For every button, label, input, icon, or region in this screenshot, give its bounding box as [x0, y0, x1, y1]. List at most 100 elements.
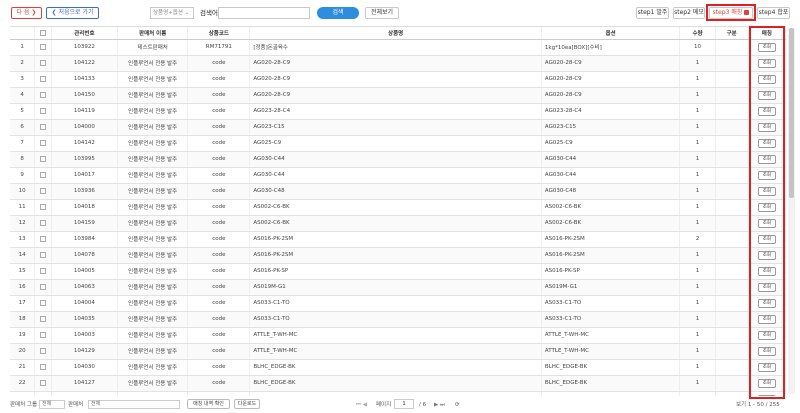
- lookup-button[interactable]: 조회: [757, 298, 776, 308]
- row-checkbox[interactable]: [40, 267, 47, 274]
- row-checkbox-cell[interactable]: [34, 103, 52, 120]
- row-checkbox-cell[interactable]: [34, 311, 52, 328]
- row-checkbox[interactable]: [40, 203, 47, 210]
- table-row[interactable]: 15 104005 인플루언서 전용 발주 code AS016-PK-SP AS016-…: [10, 263, 786, 280]
- table-row[interactable]: 18 104035 인플루언서 전용 발주 code AS033-C1-TO AS033-…: [10, 311, 786, 328]
- lookup-button[interactable]: 조회: [757, 58, 776, 68]
- table-row[interactable]: 9 104017 인플루언서 전용 발주 code AG030-C44 AG030-C44…: [10, 167, 786, 184]
- table-row[interactable]: 1 103922 테스트판매처 RM71791 [정품]돈골육수 1kg*10ea[BOX…: [10, 39, 786, 56]
- refresh-icon[interactable]: ⟳: [455, 400, 460, 410]
- seller-select[interactable]: 전체: [88, 400, 180, 409]
- table-row[interactable]: 17 104004 인플루언서 전용 발주 code AS033-C1-TO AS033-…: [10, 295, 786, 312]
- row-checkbox[interactable]: [40, 187, 47, 194]
- table-row[interactable]: 8 103995 인플루언서 전용 발주 code AG030-C44 AG030-C44…: [10, 151, 786, 168]
- lookup-button[interactable]: 조회: [757, 330, 776, 340]
- table-row[interactable]: 2 104122 인플루언서 전용 발주 code AG020-28-C9 AG020-2…: [10, 55, 786, 72]
- row-checkbox[interactable]: [40, 219, 47, 226]
- col-header-seller-name[interactable]: 판매처 이름: [117, 27, 189, 40]
- lookup-button[interactable]: 조회: [757, 42, 776, 52]
- lookup-button[interactable]: 조회: [757, 314, 776, 324]
- row-checkbox-cell[interactable]: [34, 39, 52, 56]
- go-first-button[interactable]: ❮ 처음으로 가기: [46, 7, 99, 19]
- table-row[interactable]: 14 104078 인플루언서 전용 발주 code AS016-PK-2SM AS016…: [10, 247, 786, 264]
- lookup-button[interactable]: 조회: [757, 122, 776, 132]
- table-row[interactable]: 22 104127 인플루언서 전용 발주 code BLHC_EDGE-BK BLHC_…: [10, 375, 786, 392]
- lookup-button[interactable]: 조회: [757, 394, 776, 396]
- lookup-button[interactable]: 조회: [757, 346, 776, 356]
- row-checkbox-cell[interactable]: [34, 87, 52, 104]
- download-button[interactable]: 다운로드: [234, 399, 260, 409]
- select-all-checkbox[interactable]: [40, 29, 47, 36]
- row-checkbox-cell[interactable]: [34, 199, 52, 216]
- row-checkbox-cell[interactable]: [34, 135, 52, 152]
- row-checkbox[interactable]: [40, 155, 47, 162]
- row-checkbox[interactable]: [40, 363, 47, 370]
- seller-group-select[interactable]: 전체: [39, 400, 65, 409]
- row-checkbox-cell[interactable]: [34, 279, 52, 296]
- row-checkbox-cell[interactable]: [34, 55, 52, 72]
- grid-scrollbar[interactable]: [788, 28, 795, 394]
- table-row[interactable]: 12 104159 인플루언서 전용 발주 code AS002-C6-BK AS002-…: [10, 215, 786, 232]
- row-checkbox-cell[interactable]: [34, 391, 52, 396]
- col-header-product-name[interactable]: 상품명: [249, 27, 542, 40]
- table-row[interactable]: 6 104000 인플루언서 전용 발주 code AG023-C15 AG023-C15…: [10, 119, 786, 136]
- row-checkbox[interactable]: [40, 75, 47, 82]
- row-checkbox-cell[interactable]: [34, 151, 52, 168]
- col-header-quantity[interactable]: 수량: [679, 27, 716, 40]
- view-all-button[interactable]: 전체보기: [365, 7, 399, 19]
- search-button[interactable]: 검색: [317, 7, 359, 19]
- row-checkbox[interactable]: [40, 59, 47, 66]
- row-checkbox[interactable]: [40, 123, 47, 130]
- lookup-button[interactable]: 조회: [757, 138, 776, 148]
- row-checkbox[interactable]: [40, 331, 47, 338]
- row-checkbox-cell[interactable]: [34, 215, 52, 232]
- col-header-option[interactable]: 옵션: [541, 27, 681, 40]
- row-checkbox[interactable]: [40, 283, 47, 290]
- row-checkbox-cell[interactable]: [34, 167, 52, 184]
- pager-next-last-icons[interactable]: ▶ ⏭: [434, 400, 445, 410]
- lookup-button[interactable]: 조회: [757, 90, 776, 100]
- table-row[interactable]: 20 104129 인플루언서 전용 발주 code ATTLE_T-WH-MC ATTL…: [10, 343, 786, 360]
- table-row[interactable]: 23104106인플루언서 전용 발주codeBLHC_EDGE-GLBLHC_…: [10, 391, 786, 396]
- row-checkbox-cell[interactable]: [34, 343, 52, 360]
- row-checkbox[interactable]: [40, 43, 47, 50]
- row-checkbox-cell[interactable]: [34, 183, 52, 200]
- match-history-button[interactable]: 매칭 내역 확인: [187, 399, 230, 409]
- pager-first-prev-icons[interactable]: ⏮ ◀: [356, 400, 367, 410]
- row-checkbox[interactable]: [40, 107, 47, 114]
- page-number-input[interactable]: 1: [394, 399, 414, 409]
- table-row[interactable]: 10 103936 인플루언서 전용 발주 code AG030-C48 AG030-C4…: [10, 183, 786, 200]
- col-header-matching[interactable]: 매칭: [748, 27, 786, 40]
- table-row[interactable]: 21 104030 인플루언서 전용 발주 code BLHC_EDGE-BK BLHC_…: [10, 359, 786, 376]
- table-row[interactable]: 11 104018 인플루언서 전용 발주 code AS002-C6-BK AS002-…: [10, 199, 786, 216]
- table-row[interactable]: 19 104003 인플루언서 전용 발주 code ATTLE_T-WH-MC ATTL…: [10, 327, 786, 344]
- row-checkbox-cell[interactable]: [34, 231, 52, 248]
- row-checkbox[interactable]: [40, 171, 47, 178]
- lookup-button[interactable]: 조회: [757, 234, 776, 244]
- search-input[interactable]: [218, 7, 310, 19]
- row-checkbox-cell[interactable]: [34, 327, 52, 344]
- row-checkbox-cell[interactable]: [34, 247, 52, 264]
- row-checkbox-cell[interactable]: [34, 295, 52, 312]
- row-checkbox[interactable]: [40, 235, 47, 242]
- lookup-button[interactable]: 조회: [757, 250, 776, 260]
- row-checkbox[interactable]: [40, 379, 47, 386]
- lookup-button[interactable]: 조회: [757, 378, 776, 388]
- lookup-button[interactable]: 조회: [757, 154, 776, 164]
- row-checkbox-cell[interactable]: [34, 375, 52, 392]
- col-header-category[interactable]: 구분: [715, 27, 749, 40]
- row-checkbox-cell[interactable]: [34, 71, 52, 88]
- col-header-manage-no[interactable]: 관리번호: [51, 27, 119, 40]
- table-row[interactable]: 16 104063 인플루언서 전용 발주 code AS019M-G1 AS019M-G…: [10, 279, 786, 296]
- row-checkbox[interactable]: [40, 299, 47, 306]
- lookup-button[interactable]: 조회: [757, 266, 776, 276]
- next-button[interactable]: 다 음 ❯: [11, 7, 42, 19]
- col-header-select[interactable]: [34, 27, 52, 40]
- table-row[interactable]: 4 104150 인플루언서 전용 발주 code AG020-28-C9 AG020-2…: [10, 87, 786, 104]
- row-checkbox[interactable]: [40, 251, 47, 258]
- step2-memo-button[interactable]: step2 메모: [673, 7, 705, 19]
- search-field-select[interactable]: 상품명+옵션 ⌄: [150, 7, 194, 19]
- row-checkbox[interactable]: [40, 139, 47, 146]
- step1-order-button[interactable]: step1 발주: [636, 7, 669, 19]
- step4-combine-button[interactable]: step4 합포: [757, 7, 790, 19]
